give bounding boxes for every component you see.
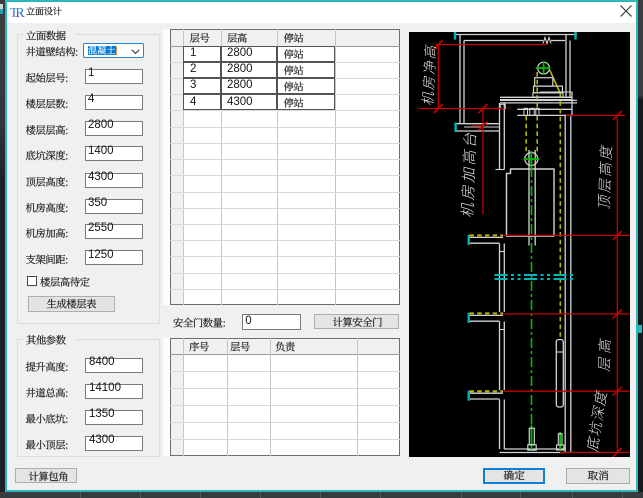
svg-text:R: R	[15, 6, 25, 19]
